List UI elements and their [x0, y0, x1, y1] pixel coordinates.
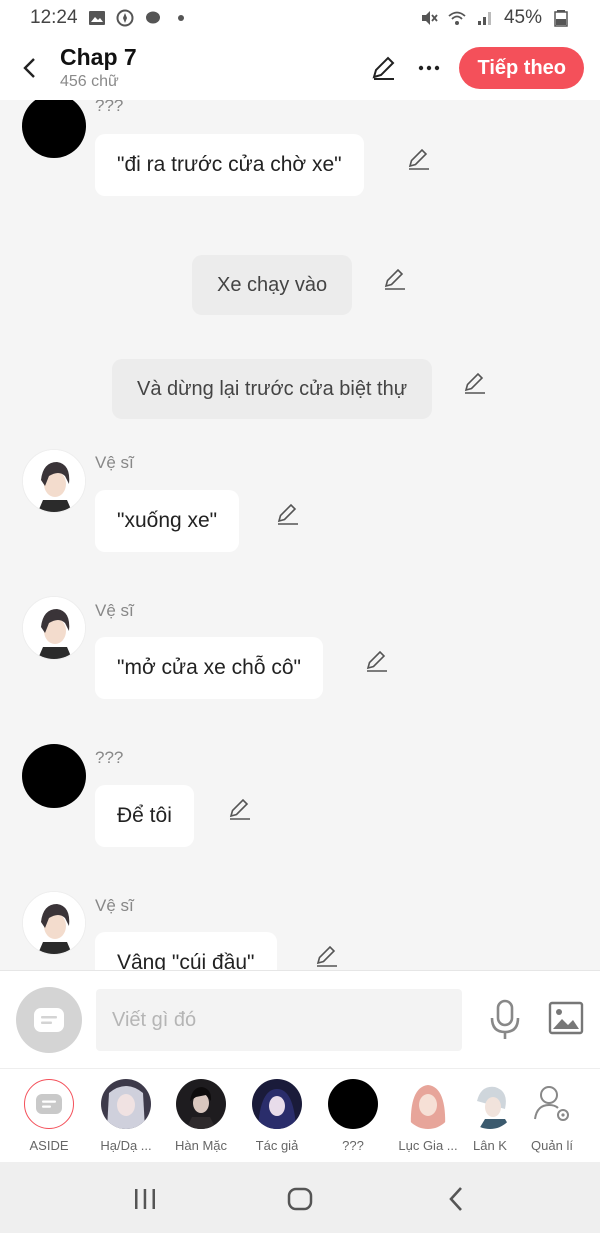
chat-bubble-icon: [145, 11, 160, 24]
speaker-name: Vệ sĩ: [95, 453, 134, 472]
gallery-icon: [88, 11, 105, 25]
avatar-bodyguard[interactable]: [22, 596, 86, 660]
aside-toggle-button[interactable]: [16, 987, 82, 1053]
message-bubble[interactable]: "mở cửa xe chỗ cô": [95, 637, 323, 699]
back-nav-icon[interactable]: [442, 1184, 472, 1214]
image-icon[interactable]: [548, 1001, 584, 1035]
chapter-title-block: Chap 7 456 chữ: [60, 43, 137, 93]
character-avatar: [176, 1079, 226, 1129]
aside-avatar: [24, 1079, 74, 1129]
screen: 12:24 45% Chap 7 456 chữ Tiếp theo ??? "…: [0, 0, 600, 1233]
message-bubble[interactable]: "đi ra trước cửa chờ xe": [95, 134, 364, 196]
status-time: 12:24: [30, 7, 78, 28]
character-item[interactable]: Lục Gia ...: [390, 1079, 466, 1153]
character-label: Lục Gia ...: [398, 1138, 458, 1153]
compass-icon: [116, 9, 134, 27]
microphone-icon[interactable]: [486, 999, 524, 1041]
avatar-bodyguard[interactable]: [22, 449, 86, 513]
status-bar: 12:24 45%: [0, 0, 600, 36]
user-settings-icon: [534, 1086, 569, 1121]
manage-characters-button[interactable]: Quản lí: [514, 1079, 590, 1153]
avatar-bodyguard[interactable]: [22, 891, 86, 955]
chapter-title: Chap 7: [60, 44, 137, 70]
character-avatar: [403, 1079, 453, 1129]
character-item[interactable]: Lân K: [466, 1079, 514, 1153]
character-portrait-icon: [252, 1079, 302, 1129]
pencil-icon: [373, 56, 395, 80]
character-label: Tác giả: [255, 1138, 299, 1153]
next-button[interactable]: Tiếp theo: [459, 47, 584, 89]
avatar-unknown[interactable]: [22, 744, 86, 808]
battery-icon: [554, 10, 568, 27]
narration-bubble[interactable]: Xe chạy vào: [192, 255, 353, 315]
bodyguard-portrait-icon: [23, 892, 85, 954]
message-bubble[interactable]: Để tôi: [95, 785, 194, 847]
message-lines-icon: [36, 1094, 62, 1114]
speaker-name: Vệ sĩ: [95, 896, 134, 915]
bodyguard-portrait-icon: [23, 450, 85, 512]
character-avatar: [101, 1079, 151, 1129]
pencil-icon[interactable]: [314, 943, 340, 969]
message-bubble[interactable]: Vâng "cúi đầu": [95, 932, 277, 970]
message-lines-icon: [34, 1008, 64, 1032]
character-label: ???: [342, 1138, 364, 1153]
back-button[interactable]: [8, 46, 52, 90]
battery-percent: 45%: [503, 7, 542, 28]
character-label: Quản lí: [531, 1138, 573, 1153]
pencil-icon[interactable]: [406, 146, 432, 172]
character-item[interactable]: Hạ/Dạ ...: [88, 1079, 164, 1153]
chevron-left-icon: [23, 58, 35, 78]
system-nav-bar: [0, 1162, 600, 1233]
character-portrait-icon: [176, 1079, 226, 1129]
composer-bar: [0, 970, 600, 1068]
message-input[interactable]: [96, 989, 462, 1051]
character-avatar: [466, 1079, 514, 1129]
character-label: Hàn Mặc: [174, 1138, 228, 1153]
header: Chap 7 456 chữ Tiếp theo: [0, 36, 600, 100]
speaker-name: ???: [95, 748, 124, 767]
signal-icon: [477, 12, 491, 25]
more-button[interactable]: [413, 52, 445, 84]
bodyguard-portrait-icon: [23, 597, 85, 659]
dot-icon: [177, 15, 184, 21]
character-avatar: [252, 1079, 302, 1129]
speaker-name: ???: [95, 100, 124, 115]
character-item[interactable]: Hàn Mặc: [163, 1079, 239, 1153]
recent-apps-icon[interactable]: [130, 1184, 160, 1214]
character-label: Lân K: [473, 1138, 507, 1153]
character-portrait-icon: [466, 1079, 514, 1129]
character-avatar: [328, 1079, 378, 1129]
home-icon[interactable]: [285, 1184, 315, 1214]
mute-icon: [421, 11, 438, 25]
more-horizontal-icon: [419, 65, 440, 71]
edit-chapter-button[interactable]: [367, 52, 399, 84]
avatar-unknown[interactable]: [22, 100, 86, 158]
message-bubble[interactable]: "xuống xe": [95, 490, 240, 552]
pencil-icon[interactable]: [382, 266, 408, 292]
character-portrait-icon: [101, 1079, 151, 1129]
character-strip[interactable]: ASIDE Hạ/Dạ ... Hàn Mặc Tác giả ??? Lục …: [0, 1068, 600, 1162]
pencil-icon[interactable]: [364, 648, 390, 674]
narration-bubble[interactable]: Và dừng lại trước cửa biệt thự: [112, 359, 433, 419]
character-item[interactable]: ???: [315, 1079, 391, 1153]
word-count: 456 chữ: [60, 73, 119, 90]
character-aside[interactable]: ASIDE: [11, 1079, 87, 1153]
character-label: ASIDE: [29, 1138, 69, 1153]
character-label: Hạ/Dạ ...: [100, 1138, 152, 1153]
chat-area[interactable]: ??? "đi ra trước cửa chờ xe" Xe chạy vào…: [0, 100, 600, 970]
wifi-icon: [448, 11, 466, 25]
pencil-icon[interactable]: [462, 370, 488, 396]
character-portrait-icon: [403, 1079, 453, 1129]
speaker-name: Vệ sĩ: [95, 601, 134, 620]
character-item[interactable]: Tác giả: [239, 1079, 315, 1153]
pencil-icon[interactable]: [275, 501, 301, 527]
pencil-icon[interactable]: [227, 796, 253, 822]
